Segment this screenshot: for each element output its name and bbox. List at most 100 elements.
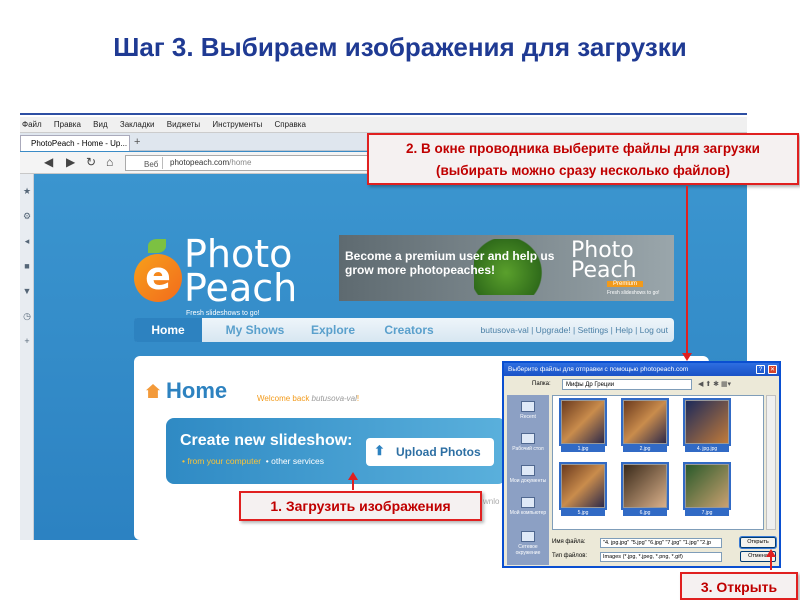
home-title: Home	[166, 378, 228, 403]
nav-creators[interactable]: Creators	[374, 318, 444, 342]
create-slideshow-box: Create new slideshow: • from your comput…	[166, 418, 506, 484]
address-separator	[162, 157, 163, 169]
step3-arrow-line	[770, 556, 772, 570]
menu-widgets[interactable]: Виджеты	[167, 117, 200, 133]
places-bar: Recent Рабочий стол Мои документы Мой ко…	[507, 395, 549, 565]
step2-arrow-head	[682, 353, 692, 361]
welcome-user: butusova-val	[311, 394, 357, 403]
place-recent[interactable]: Recent	[507, 401, 549, 420]
slide-title: Шаг 3. Выбираем изображения для загрузки	[113, 32, 687, 62]
title-rule	[20, 113, 747, 115]
recent-icon	[521, 401, 535, 412]
place-documents[interactable]: Мои документы	[507, 465, 549, 484]
place-network-label: Сетевое окружение	[515, 544, 541, 556]
share-icon[interactable]: ◂	[22, 236, 32, 246]
help-icon[interactable]: ?	[756, 365, 765, 374]
plus-icon[interactable]: +	[22, 336, 32, 346]
filetype-label: Тип файлов:	[552, 553, 588, 559]
site-nav: Home My Shows Explore Creators butusova-…	[134, 318, 674, 342]
download-icon[interactable]: ▼	[22, 286, 32, 296]
step1-arrow-line	[352, 480, 354, 490]
step3-arrow-head	[766, 549, 776, 557]
file-thumb-6[interactable]	[621, 462, 669, 510]
place-network[interactable]: Сетевое окружение	[507, 531, 549, 556]
folder-toolbar-icons[interactable]: ◀ ⬆ ✱ ▦▾	[698, 380, 731, 388]
gear-icon[interactable]: ⚙	[22, 211, 32, 221]
dialog-title: Выберите файлы для отправки с помощью ph…	[508, 366, 689, 373]
menu-file[interactable]: Файл	[22, 117, 42, 133]
address-input[interactable]: Веб photopeach.com/home	[125, 155, 375, 171]
menu-bookmarks[interactable]: Закладки	[120, 117, 155, 133]
nav-explore[interactable]: Explore	[298, 318, 368, 342]
address-prefix: Веб	[144, 160, 159, 169]
logo-e-icon: e	[134, 254, 182, 302]
nav-home[interactable]: Home	[134, 318, 202, 342]
logo-tagline: Fresh slideshows to go!	[186, 310, 260, 317]
other-services-link[interactable]: • other services	[266, 456, 324, 466]
back-icon[interactable]: ◀	[44, 155, 53, 169]
step2-line1: 2. В окне проводника выберите файлы для …	[406, 141, 760, 156]
menu-view[interactable]: Вид	[93, 117, 107, 133]
menu-edit[interactable]: Правка	[54, 117, 81, 133]
home-icon[interactable]: ⌂	[106, 155, 113, 169]
dialog-titlebar: Выберите файлы для отправки с помощью ph…	[504, 363, 779, 376]
step3-callout: 3. Открыть	[680, 572, 798, 600]
place-desktop[interactable]: Рабочий стол	[507, 433, 549, 452]
folder-row: Папка: Мифы Др Греции ◀ ⬆ ✱ ▦▾	[504, 378, 779, 392]
create-title: Create new slideshow:	[180, 432, 353, 449]
file-name-6[interactable]: 6.jpg	[623, 510, 667, 516]
step2-line2: (выбирать можно сразу несколько файлов)	[435, 163, 731, 178]
filetype-select[interactable]: Images (*.jpg, *.jpeg, *.png, *.gif)	[600, 552, 722, 562]
file-name-7[interactable]: 7.jpg	[685, 510, 729, 516]
open-button[interactable]: Открыть	[739, 536, 777, 549]
file-thumb-2[interactable]	[621, 398, 669, 446]
place-recent-label: Recent	[520, 414, 536, 420]
new-tab-icon[interactable]: +	[134, 136, 140, 148]
file-name-4[interactable]: 4. jpg.jpg	[685, 446, 729, 452]
network-icon	[521, 531, 535, 542]
welcome-suffix: !	[356, 394, 360, 403]
file-thumb-1[interactable]	[559, 398, 607, 446]
browser-sidebar: ★ ⚙ ◂ ■ ▼ ◷ +	[20, 174, 34, 540]
premium-banner[interactable]: Become a premium user and help us grow m…	[339, 235, 674, 301]
menu-tools[interactable]: Инструменты	[212, 117, 262, 133]
tab-photopeach[interactable]: PhotoPeach - Home - Up...	[20, 135, 130, 151]
logo-wordmark: Photo Peach	[184, 235, 304, 307]
place-computer-label: Мой компьютер	[509, 510, 547, 516]
username[interactable]: butusova-val	[481, 325, 529, 335]
welcome-message: Welcome back butusova-val!	[257, 394, 359, 403]
place-computer[interactable]: Мой компьютер	[507, 497, 549, 516]
from-computer-link[interactable]: • from your computer	[182, 456, 261, 466]
banner-text: Become a premium user and help us grow m…	[345, 249, 555, 277]
house-icon	[146, 384, 160, 398]
file-name-1[interactable]: 1.jpg	[561, 446, 605, 452]
banner-tagline: Fresh slideshows to go!	[607, 290, 660, 296]
file-name-5[interactable]: 5.jpg	[561, 510, 605, 516]
forward-icon[interactable]: ▶	[66, 155, 75, 169]
place-desktop-label: Рабочий стол	[512, 446, 544, 452]
user-links: butusova-val | Upgrade! | Settings | Hel…	[481, 318, 668, 342]
file-list: 1.jpg 2.jpg 4. jpg.jpg 5.jpg 6.jpg 7.jpg	[552, 395, 764, 530]
folder-select[interactable]: Мифы Др Греции	[562, 379, 692, 390]
file-name-2[interactable]: 2.jpg	[623, 446, 667, 452]
reload-icon[interactable]: ↻	[86, 155, 96, 169]
menu-help[interactable]: Справка	[275, 117, 306, 133]
nav-my-shows[interactable]: My Shows	[218, 318, 292, 342]
logo-line-2: Peach	[184, 266, 298, 310]
account-links[interactable]: | Upgrade! | Settings | Help | Log out	[529, 325, 668, 335]
note-icon[interactable]: ■	[22, 261, 32, 271]
file-thumb-7[interactable]	[683, 462, 731, 510]
clock-icon[interactable]: ◷	[22, 311, 32, 321]
close-icon[interactable]: ✕	[768, 365, 777, 374]
url-host: photopeach.com	[170, 158, 230, 167]
upload-photos-button[interactable]: ⬆ Upload Photos	[366, 438, 494, 466]
file-thumb-5[interactable]	[559, 462, 607, 510]
folder-label: Папка:	[532, 381, 551, 387]
file-list-scrollbar[interactable]	[766, 395, 776, 530]
file-thumb-4[interactable]	[683, 398, 731, 446]
place-documents-label: Мои документы	[509, 478, 547, 484]
star-icon[interactable]: ★	[22, 186, 32, 196]
step2-arrow-line	[686, 186, 688, 354]
desktop-icon	[521, 433, 535, 444]
filename-input[interactable]: "4. jpg.jpg" "5.jpg" "6.jpg" "7.jpg" "1.…	[600, 538, 722, 548]
